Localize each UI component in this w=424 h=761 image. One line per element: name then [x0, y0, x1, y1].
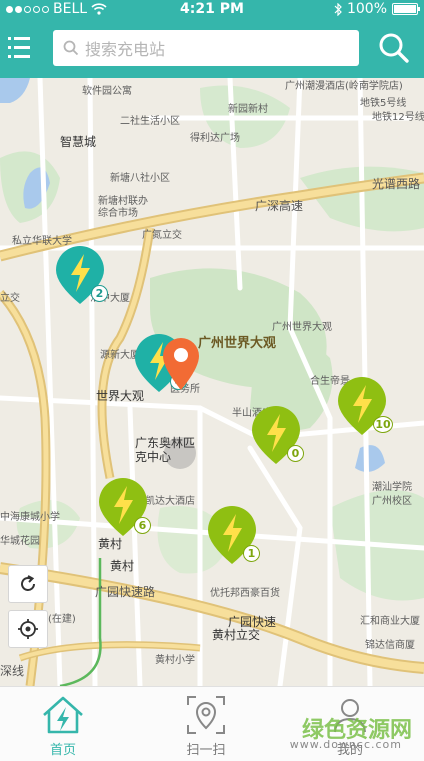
home-bolt-icon — [43, 696, 83, 734]
map-label: 广州世界大观 — [198, 336, 277, 351]
map-label: 黄村小学 — [155, 655, 195, 666]
tab-home[interactable]: 首页 — [13, 695, 113, 758]
charging-station-marker[interactable]: 6 — [97, 476, 151, 538]
station-count: 10 — [373, 416, 393, 433]
map-label: 汇和商业大厦 — [360, 616, 420, 627]
locate-icon[interactable] — [8, 610, 48, 648]
map-label: 凯达大酒店 — [145, 496, 195, 507]
status-bar: BELL 4:21 PM 100% — [0, 0, 424, 20]
map-label: 锦达信商厦 — [365, 640, 415, 651]
map-label: 潮汕学院 — [372, 482, 412, 493]
charging-station-marker[interactable]: 1 — [206, 504, 260, 566]
map-label: 华城花园 — [0, 536, 40, 547]
map-label: 软件园公寓 — [82, 86, 132, 97]
menu-list-icon[interactable] — [8, 35, 36, 61]
map-label: 新塘八社小区 — [110, 173, 170, 184]
search-placeholder: 搜索充电站 — [85, 40, 166, 59]
app-header: 搜索充电站 — [0, 20, 424, 78]
station-count: 2 — [91, 285, 108, 302]
map-label: 优托邦西豪百货 — [210, 588, 280, 599]
map-label: 综合市场 — [98, 208, 138, 219]
tab-scan-label: 扫一扫 — [186, 743, 226, 758]
map-label: 广深高速 — [255, 199, 304, 213]
search-small-icon — [63, 40, 79, 56]
map-label: 广州世界大观 — [272, 322, 332, 333]
bluetooth-icon — [334, 2, 342, 16]
map-label: 广州校区 — [372, 496, 412, 507]
map-label: 广园快速 — [228, 615, 277, 629]
map-label: 广州潮漫酒店(岭南学院店) — [285, 81, 403, 92]
station-count: 6 — [134, 517, 151, 534]
map-label: 地铁12号线 — [372, 112, 424, 123]
map-label: 智慧城 — [60, 135, 97, 149]
map-label: 黄村 — [98, 537, 123, 551]
tab-scan[interactable]: 扫一扫 — [156, 695, 256, 758]
map-label: 立交 — [0, 293, 20, 304]
scan-icon — [187, 696, 225, 734]
refresh-icon[interactable] — [8, 565, 48, 603]
map-label: 广园快速路 — [95, 585, 156, 599]
map-label: (在建) — [48, 614, 76, 625]
map-label: 黄村 — [110, 559, 135, 573]
search-icon[interactable] — [378, 32, 410, 64]
tab-home-label: 首页 — [49, 743, 76, 758]
map-label: 新塘村联办 — [98, 196, 148, 207]
map-label: 二社生活小区 — [120, 116, 180, 127]
charging-station-marker[interactable]: 0 — [250, 404, 304, 466]
map-label: 地铁5号线 — [360, 98, 407, 109]
charging-station-marker[interactable]: 10 — [336, 375, 393, 437]
map-label: 黄村立交 — [212, 628, 261, 642]
map-label: 得利达广场 — [190, 133, 240, 144]
map-label: 广东奥林匹克中心 — [135, 436, 196, 464]
watermark-url: www.downcc.com — [289, 738, 402, 751]
station-count: 0 — [287, 445, 304, 462]
battery-icon — [392, 3, 420, 15]
map-label: 深线 — [0, 664, 25, 678]
station-count: 1 — [243, 545, 260, 562]
map-label: 广氮立交 — [142, 230, 182, 241]
map-label: 新园新村 — [228, 104, 268, 115]
map-label: 光谱西路 — [372, 177, 421, 191]
search-input[interactable]: 搜索充电站 — [53, 30, 359, 66]
map-label: 中海康城小学 — [0, 512, 60, 523]
charging-station-marker[interactable]: 2 — [54, 244, 108, 306]
location-pin-icon — [161, 336, 201, 392]
battery-percent: 100% — [346, 1, 387, 17]
map-view[interactable]: 软件园公寓 广州潮漫酒店(岭南学院店) 地铁5号线 二社生活小区 新园新村 智慧… — [0, 78, 424, 686]
